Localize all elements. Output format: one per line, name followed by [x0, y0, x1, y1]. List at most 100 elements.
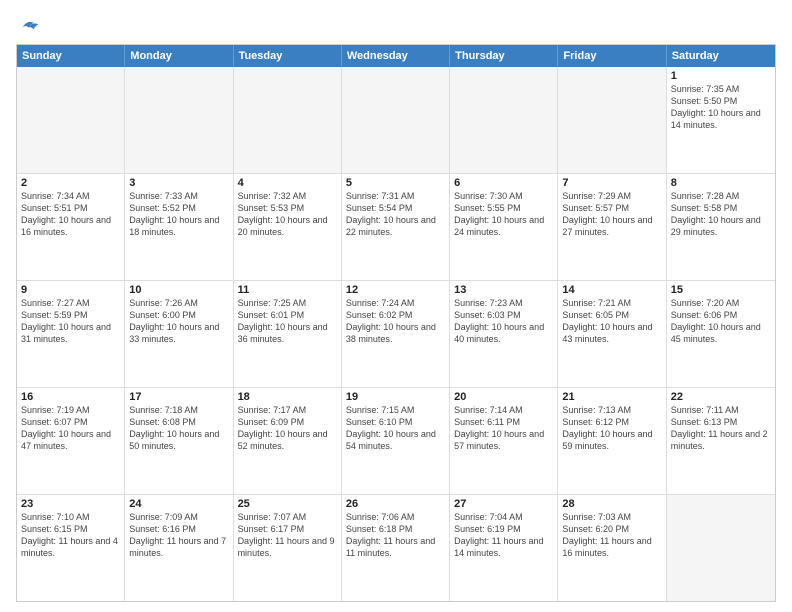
cal-week-row: 16Sunrise: 7:19 AM Sunset: 6:07 PM Dayli…	[17, 388, 775, 495]
calendar-header: SundayMondayTuesdayWednesdayThursdayFrid…	[17, 45, 775, 67]
cal-cell: 21Sunrise: 7:13 AM Sunset: 6:12 PM Dayli…	[558, 388, 666, 494]
day-number: 22	[671, 391, 771, 403]
logo	[16, 16, 42, 36]
cal-cell: 12Sunrise: 7:24 AM Sunset: 6:02 PM Dayli…	[342, 281, 450, 387]
day-number: 24	[129, 498, 228, 510]
day-info: Sunrise: 7:23 AM Sunset: 6:03 PM Dayligh…	[454, 297, 553, 346]
day-number: 17	[129, 391, 228, 403]
cal-header-day: Monday	[125, 45, 233, 67]
cal-cell: 15Sunrise: 7:20 AM Sunset: 6:06 PM Dayli…	[667, 281, 775, 387]
day-number: 6	[454, 177, 553, 189]
cal-cell: 27Sunrise: 7:04 AM Sunset: 6:19 PM Dayli…	[450, 495, 558, 601]
day-number: 19	[346, 391, 445, 403]
day-info: Sunrise: 7:07 AM Sunset: 6:17 PM Dayligh…	[238, 511, 337, 560]
cal-cell: 23Sunrise: 7:10 AM Sunset: 6:15 PM Dayli…	[17, 495, 125, 601]
day-number: 14	[562, 284, 661, 296]
cal-cell	[558, 67, 666, 173]
cal-header-day: Wednesday	[342, 45, 450, 67]
day-number: 3	[129, 177, 228, 189]
cal-cell: 5Sunrise: 7:31 AM Sunset: 5:54 PM Daylig…	[342, 174, 450, 280]
day-number: 27	[454, 498, 553, 510]
day-info: Sunrise: 7:09 AM Sunset: 6:16 PM Dayligh…	[129, 511, 228, 560]
day-number: 12	[346, 284, 445, 296]
cal-cell: 13Sunrise: 7:23 AM Sunset: 6:03 PM Dayli…	[450, 281, 558, 387]
cal-header-day: Tuesday	[234, 45, 342, 67]
day-info: Sunrise: 7:11 AM Sunset: 6:13 PM Dayligh…	[671, 404, 771, 453]
day-info: Sunrise: 7:26 AM Sunset: 6:00 PM Dayligh…	[129, 297, 228, 346]
page: SundayMondayTuesdayWednesdayThursdayFrid…	[0, 0, 792, 612]
day-info: Sunrise: 7:34 AM Sunset: 5:51 PM Dayligh…	[21, 190, 120, 239]
cal-cell: 17Sunrise: 7:18 AM Sunset: 6:08 PM Dayli…	[125, 388, 233, 494]
cal-cell: 22Sunrise: 7:11 AM Sunset: 6:13 PM Dayli…	[667, 388, 775, 494]
cal-header-day: Friday	[558, 45, 666, 67]
cal-cell: 8Sunrise: 7:28 AM Sunset: 5:58 PM Daylig…	[667, 174, 775, 280]
cal-cell	[342, 67, 450, 173]
cal-header-day: Sunday	[17, 45, 125, 67]
day-info: Sunrise: 7:15 AM Sunset: 6:10 PM Dayligh…	[346, 404, 445, 453]
cal-cell: 16Sunrise: 7:19 AM Sunset: 6:07 PM Dayli…	[17, 388, 125, 494]
cal-cell: 1Sunrise: 7:35 AM Sunset: 5:50 PM Daylig…	[667, 67, 775, 173]
day-info: Sunrise: 7:06 AM Sunset: 6:18 PM Dayligh…	[346, 511, 445, 560]
day-info: Sunrise: 7:19 AM Sunset: 6:07 PM Dayligh…	[21, 404, 120, 453]
cal-cell	[450, 67, 558, 173]
day-info: Sunrise: 7:33 AM Sunset: 5:52 PM Dayligh…	[129, 190, 228, 239]
day-number: 7	[562, 177, 661, 189]
day-info: Sunrise: 7:30 AM Sunset: 5:55 PM Dayligh…	[454, 190, 553, 239]
cal-cell: 4Sunrise: 7:32 AM Sunset: 5:53 PM Daylig…	[234, 174, 342, 280]
cal-cell	[667, 495, 775, 601]
day-number: 4	[238, 177, 337, 189]
calendar-body: 1Sunrise: 7:35 AM Sunset: 5:50 PM Daylig…	[17, 67, 775, 601]
cal-cell: 11Sunrise: 7:25 AM Sunset: 6:01 PM Dayli…	[234, 281, 342, 387]
day-info: Sunrise: 7:04 AM Sunset: 6:19 PM Dayligh…	[454, 511, 553, 560]
day-number: 25	[238, 498, 337, 510]
cal-cell: 24Sunrise: 7:09 AM Sunset: 6:16 PM Dayli…	[125, 495, 233, 601]
header	[16, 16, 776, 36]
day-number: 1	[671, 70, 771, 82]
calendar: SundayMondayTuesdayWednesdayThursdayFrid…	[16, 44, 776, 602]
cal-header-day: Thursday	[450, 45, 558, 67]
cal-cell: 20Sunrise: 7:14 AM Sunset: 6:11 PM Dayli…	[450, 388, 558, 494]
day-number: 23	[21, 498, 120, 510]
day-info: Sunrise: 7:35 AM Sunset: 5:50 PM Dayligh…	[671, 83, 771, 132]
day-number: 8	[671, 177, 771, 189]
cal-week-row: 9Sunrise: 7:27 AM Sunset: 5:59 PM Daylig…	[17, 281, 775, 388]
cal-week-row: 2Sunrise: 7:34 AM Sunset: 5:51 PM Daylig…	[17, 174, 775, 281]
day-number: 16	[21, 391, 120, 403]
day-info: Sunrise: 7:29 AM Sunset: 5:57 PM Dayligh…	[562, 190, 661, 239]
cal-cell: 7Sunrise: 7:29 AM Sunset: 5:57 PM Daylig…	[558, 174, 666, 280]
logo-icon	[16, 16, 40, 36]
day-info: Sunrise: 7:21 AM Sunset: 6:05 PM Dayligh…	[562, 297, 661, 346]
day-number: 2	[21, 177, 120, 189]
day-number: 26	[346, 498, 445, 510]
day-info: Sunrise: 7:14 AM Sunset: 6:11 PM Dayligh…	[454, 404, 553, 453]
cal-cell: 14Sunrise: 7:21 AM Sunset: 6:05 PM Dayli…	[558, 281, 666, 387]
cal-cell: 26Sunrise: 7:06 AM Sunset: 6:18 PM Dayli…	[342, 495, 450, 601]
day-info: Sunrise: 7:13 AM Sunset: 6:12 PM Dayligh…	[562, 404, 661, 453]
day-number: 20	[454, 391, 553, 403]
day-info: Sunrise: 7:32 AM Sunset: 5:53 PM Dayligh…	[238, 190, 337, 239]
cal-cell: 10Sunrise: 7:26 AM Sunset: 6:00 PM Dayli…	[125, 281, 233, 387]
cal-cell: 18Sunrise: 7:17 AM Sunset: 6:09 PM Dayli…	[234, 388, 342, 494]
day-info: Sunrise: 7:24 AM Sunset: 6:02 PM Dayligh…	[346, 297, 445, 346]
cal-cell	[125, 67, 233, 173]
day-info: Sunrise: 7:18 AM Sunset: 6:08 PM Dayligh…	[129, 404, 228, 453]
cal-cell: 9Sunrise: 7:27 AM Sunset: 5:59 PM Daylig…	[17, 281, 125, 387]
cal-cell: 25Sunrise: 7:07 AM Sunset: 6:17 PM Dayli…	[234, 495, 342, 601]
cal-cell: 19Sunrise: 7:15 AM Sunset: 6:10 PM Dayli…	[342, 388, 450, 494]
day-info: Sunrise: 7:03 AM Sunset: 6:20 PM Dayligh…	[562, 511, 661, 560]
cal-week-row: 23Sunrise: 7:10 AM Sunset: 6:15 PM Dayli…	[17, 495, 775, 601]
day-number: 9	[21, 284, 120, 296]
day-number: 21	[562, 391, 661, 403]
day-number: 18	[238, 391, 337, 403]
cal-header-day: Saturday	[667, 45, 775, 67]
cal-cell: 3Sunrise: 7:33 AM Sunset: 5:52 PM Daylig…	[125, 174, 233, 280]
day-info: Sunrise: 7:27 AM Sunset: 5:59 PM Dayligh…	[21, 297, 120, 346]
day-info: Sunrise: 7:31 AM Sunset: 5:54 PM Dayligh…	[346, 190, 445, 239]
day-info: Sunrise: 7:10 AM Sunset: 6:15 PM Dayligh…	[21, 511, 120, 560]
cal-cell	[17, 67, 125, 173]
day-number: 13	[454, 284, 553, 296]
cal-cell: 6Sunrise: 7:30 AM Sunset: 5:55 PM Daylig…	[450, 174, 558, 280]
day-number: 28	[562, 498, 661, 510]
cal-week-row: 1Sunrise: 7:35 AM Sunset: 5:50 PM Daylig…	[17, 67, 775, 174]
day-number: 11	[238, 284, 337, 296]
